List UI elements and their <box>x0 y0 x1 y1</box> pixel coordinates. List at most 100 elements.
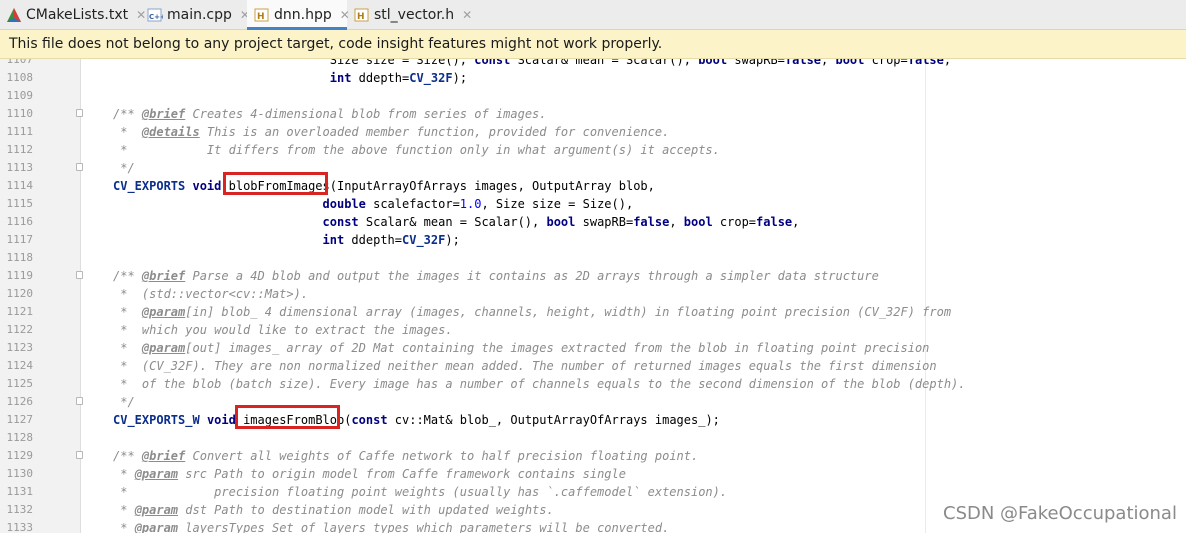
cpp-file-icon: C++ <box>147 7 166 23</box>
line-number: 1116 <box>6 215 34 228</box>
fold-marker-icon[interactable] <box>76 397 83 405</box>
fold-marker-icon[interactable] <box>76 271 83 279</box>
line-number: 1115 <box>6 197 34 210</box>
line-number: 1121 <box>6 305 34 318</box>
line-number: 1123 <box>6 341 34 354</box>
code-line: 1107 Size size = Size(), const Scalar& m… <box>0 59 1186 69</box>
line-number: 1128 <box>6 431 34 444</box>
line-number: 1129 <box>6 449 34 462</box>
code-text: /** @brief Parse a 4D blob and output th… <box>113 269 879 283</box>
code-line: 1122 * which you would like to extract t… <box>0 321 1186 339</box>
tab-label: main.cpp <box>167 7 232 23</box>
code-text: */ <box>113 161 135 175</box>
notification-banner: This file does not belong to any project… <box>0 30 1186 59</box>
close-icon[interactable]: ✕ <box>462 8 472 22</box>
code-line: 1124 * (CV_32F). They are non normalized… <box>0 357 1186 375</box>
code-text: * precision floating point weights (usua… <box>113 485 728 499</box>
code-line: 1119 /** @brief Parse a 4D blob and outpu… <box>0 267 1186 285</box>
code-line: 1109 <box>0 87 1186 105</box>
editor-tab-bar: CMakeLists.txt ✕ C++ main.cpp ✕ H dnn.hp… <box>0 0 1186 30</box>
code-text: /** @brief Convert all weights of Caffe … <box>113 449 699 463</box>
line-number: 1119 <box>6 269 34 282</box>
code-text: * (std::vector<cv::Mat>). <box>113 287 309 301</box>
code-line: 1117 int ddepth=CV_32F); <box>0 231 1186 249</box>
code-text: /** @brief Creates 4-dimensional blob fr… <box>113 107 547 121</box>
tab-stl-vector-h[interactable]: H stl_vector.h ✕ <box>347 0 475 30</box>
line-number: 1130 <box>6 467 34 480</box>
code-text: int ddepth=CV_32F); <box>322 233 460 247</box>
tab-label: dnn.hpp <box>274 7 332 23</box>
code-line: 1116 const Scalar& mean = Scalar(), bool… <box>0 213 1186 231</box>
watermark: CSDN @FakeOccupational <box>943 503 1177 524</box>
highlight-box-blobfromimages <box>223 172 328 195</box>
line-number: 1113 <box>6 161 34 174</box>
code-text: double scalefactor=1.0, Size size = Size… <box>322 197 634 211</box>
line-number: 1107 <box>6 59 34 66</box>
tab-label: stl_vector.h <box>374 7 455 23</box>
svg-text:C++: C++ <box>149 13 163 21</box>
fold-marker-icon[interactable] <box>76 163 83 171</box>
line-number: 1125 <box>6 377 34 390</box>
code-text: * @param[in] blob_ 4 dimensional array (… <box>113 305 952 319</box>
tab-main-cpp[interactable]: C++ main.cpp ✕ <box>140 0 250 30</box>
code-line: 1123 * @param[out] images_ array of 2D M… <box>0 339 1186 357</box>
line-number: 1109 <box>6 89 34 102</box>
code-line: 1121 * @param[in] blob_ 4 dimensional ar… <box>0 303 1186 321</box>
line-number: 1133 <box>6 521 34 533</box>
code-text: * It differs from the above function onl… <box>113 143 720 157</box>
code-line: 1113 */ <box>0 159 1186 177</box>
tab-label: CMakeLists.txt <box>26 7 129 23</box>
code-line: 1126 */ <box>0 393 1186 411</box>
code-line: 1108 int ddepth=CV_32F); <box>0 69 1186 87</box>
tab-dnn-hpp[interactable]: H dnn.hpp ✕ <box>247 0 350 30</box>
header-file-icon: H <box>354 7 370 23</box>
code-text: int ddepth=CV_32F); <box>329 71 468 85</box>
code-text: */ <box>113 395 135 409</box>
line-number: 1126 <box>6 395 34 408</box>
line-number: 1111 <box>6 125 34 138</box>
code-line: 1111 * @details This is an overloaded me… <box>0 123 1186 141</box>
code-line: 1114 CV_EXPORTS void blobFromImages(Input… <box>0 177 1186 195</box>
code-text: * of the blob (batch size). Every image … <box>113 377 966 391</box>
code-text: CV_EXPORTS void blobFromImages(InputArra… <box>113 179 655 193</box>
banner-text: This file does not belong to any project… <box>9 36 663 52</box>
header-file-icon: H <box>254 7 270 23</box>
svg-text:H: H <box>357 12 365 22</box>
line-number: 1132 <box>6 503 34 516</box>
code-text: * @param dst Path to destination model w… <box>113 503 554 517</box>
code-text: CV_EXPORTS_W void imagesFromBlob(const c… <box>113 413 720 427</box>
fold-marker-icon[interactable] <box>76 109 83 117</box>
line-number: 1127 <box>6 413 34 426</box>
code-line: 1118 <box>0 249 1186 267</box>
code-line: 1120 * (std::vector<cv::Mat>). <box>0 285 1186 303</box>
code-text: * which you would like to extract the im… <box>113 323 453 337</box>
code-text: * @param layersTypes Set of layers types… <box>113 521 670 533</box>
code-text: const Scalar& mean = Scalar(), bool swap… <box>322 215 800 229</box>
line-number: 1117 <box>6 233 34 246</box>
line-number: 1110 <box>6 107 34 120</box>
code-line: 1131 * precision floating point weights … <box>0 483 1186 501</box>
code-text: * @details This is an overloaded member … <box>113 125 670 139</box>
line-number: 1108 <box>6 71 34 84</box>
code-line: 1127 CV_EXPORTS_W void imagesFromBlob(con… <box>0 411 1186 429</box>
code-text: Size size = Size(), const Scalar& mean =… <box>113 59 952 67</box>
code-text: * @param src Path to origin model from C… <box>113 467 626 481</box>
code-text: * @param[out] images_ array of 2D Mat co… <box>113 341 930 355</box>
code-line: 1130 * @param src Path to origin model f… <box>0 465 1186 483</box>
highlight-box-imagesfromblob <box>235 405 340 429</box>
fold-marker-icon[interactable] <box>76 451 83 459</box>
line-number: 1120 <box>6 287 34 300</box>
code-editor[interactable]: 1107 Size size = Size(), const Scalar& m… <box>0 59 1186 533</box>
code-line: 1112 * It differs from the above functio… <box>0 141 1186 159</box>
code-line: 1129 /** @brief Convert all weights of Ca… <box>0 447 1186 465</box>
svg-text:H: H <box>257 12 265 22</box>
code-line: 1128 <box>0 429 1186 447</box>
tab-cmakelists[interactable]: CMakeLists.txt ✕ <box>0 0 146 30</box>
code-line: 1125 * of the blob (batch size). Every i… <box>0 375 1186 393</box>
line-number: 1124 <box>6 359 34 372</box>
code-text: * (CV_32F). They are non normalized neit… <box>113 359 937 373</box>
cmake-triangle-icon <box>6 7 22 23</box>
line-number: 1112 <box>6 143 34 156</box>
code-line: 1115 double scalefactor=1.0, Size size =… <box>0 195 1186 213</box>
line-number: 1131 <box>6 485 34 498</box>
